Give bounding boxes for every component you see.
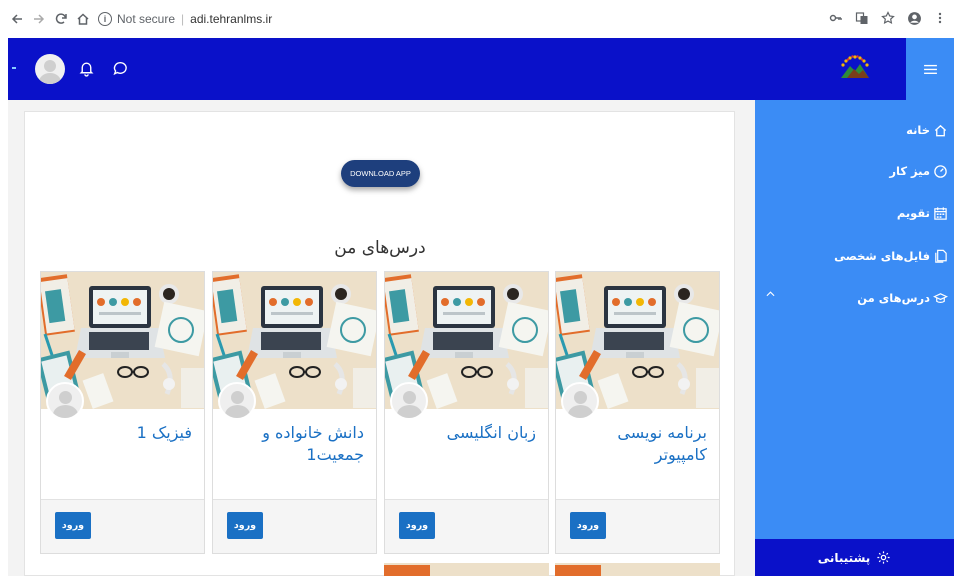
course-title[interactable]: زبان انگلیسی xyxy=(406,422,536,444)
home-icon xyxy=(934,124,947,136)
course-footer: ورود xyxy=(213,499,376,553)
files-icon xyxy=(935,249,947,263)
sidebar-item-home[interactable]: خانه xyxy=(906,120,948,140)
top-navbar xyxy=(8,38,954,100)
teacher-avatar xyxy=(561,382,599,420)
sidebar-item-label: خانه xyxy=(906,123,930,137)
address-bar[interactable]: i Not secure | adi.tehranlms.ir xyxy=(98,8,838,30)
course-title[interactable]: فیزیک 1 xyxy=(62,422,192,444)
teacher-avatar xyxy=(218,382,256,420)
sidebar-item-label: درس‌های من xyxy=(857,291,930,305)
message-icon[interactable] xyxy=(110,58,130,78)
dashboard-icon xyxy=(934,164,947,178)
enter-course-button[interactable]: ورود xyxy=(55,512,91,539)
course-image-peek xyxy=(384,563,549,576)
gear-icon xyxy=(877,551,890,564)
more-menu-icon[interactable] xyxy=(930,8,950,28)
course-footer: ورود xyxy=(385,499,548,553)
sidebar-item-calendar[interactable]: تقویم xyxy=(897,203,948,223)
sidebar-item-dashboard[interactable]: میز کار xyxy=(889,161,948,181)
site-logo[interactable] xyxy=(838,52,872,82)
teacher-avatar xyxy=(390,382,428,420)
reload-icon[interactable] xyxy=(50,8,72,30)
course-title[interactable]: دانش خانواده و جمعیت1 xyxy=(234,422,364,466)
download-app-button[interactable]: DOWNLOAD APP xyxy=(341,160,420,187)
course-footer: ورود xyxy=(41,499,204,553)
course-title[interactable]: برنامه نویسی کامپیوتر xyxy=(577,422,707,466)
user-avatar[interactable] xyxy=(35,54,65,84)
enter-course-button[interactable]: ورود xyxy=(399,512,435,539)
sidebar-item-my-courses[interactable]: درس‌های من xyxy=(857,288,948,308)
sidebar: خانه میز کار تقویم فایل‌های شخصی درس‌های… xyxy=(755,100,954,576)
home-page-icon[interactable] xyxy=(72,8,94,30)
enter-course-button[interactable]: ورود xyxy=(227,512,263,539)
security-label: Not secure xyxy=(117,12,176,26)
browser-toolbar: i Not secure | adi.tehranlms.ir xyxy=(0,0,954,38)
menu-toggle-button[interactable] xyxy=(906,38,954,100)
address-separator: | xyxy=(181,12,185,26)
sidebar-item-label: میز کار xyxy=(889,164,930,178)
bell-icon[interactable] xyxy=(76,58,96,78)
calendar-icon xyxy=(934,206,947,220)
url-text: adi.tehranlms.ir xyxy=(190,12,273,26)
enter-course-button[interactable]: ورود xyxy=(570,512,606,539)
graduation-cap-icon xyxy=(933,292,948,303)
hamburger-icon xyxy=(923,64,937,74)
course-image-peek xyxy=(555,563,720,576)
course-card[interactable]: دانش خانواده و جمعیت1 ورود xyxy=(212,271,377,554)
navbar-edge-mark xyxy=(12,67,16,69)
course-footer: ورود xyxy=(556,499,719,553)
support-label: پشتیبانی xyxy=(817,550,871,565)
profile-icon[interactable] xyxy=(904,8,924,28)
sidebar-item-label: تقویم xyxy=(896,206,930,220)
course-card[interactable]: زبان انگلیسی ورود xyxy=(384,271,549,554)
translate-icon[interactable] xyxy=(852,8,872,28)
chevron-up-icon[interactable] xyxy=(766,289,775,300)
sidebar-item-label: فایل‌های شخصی xyxy=(834,249,930,263)
teacher-avatar xyxy=(46,382,84,420)
key-icon[interactable] xyxy=(826,8,846,28)
course-card[interactable]: برنامه نویسی کامپیوتر ورود xyxy=(555,271,720,554)
forward-icon[interactable] xyxy=(28,8,50,30)
info-icon[interactable]: i xyxy=(98,12,112,26)
page-title: درس‌های من xyxy=(334,238,426,258)
back-icon[interactable] xyxy=(6,8,28,30)
bookmark-star-icon[interactable] xyxy=(878,8,898,28)
course-card[interactable]: فیزیک 1 ورود xyxy=(40,271,205,554)
support-link[interactable]: پشتیبانی xyxy=(755,539,954,576)
sidebar-item-files[interactable]: فایل‌های شخصی xyxy=(834,246,948,266)
